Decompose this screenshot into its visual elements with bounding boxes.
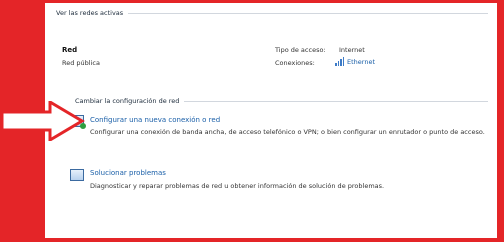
active-networks-title: Ver las redes activas — [56, 9, 124, 17]
section-divider — [184, 101, 488, 102]
pointer-arrow-icon — [0, 101, 85, 141]
setup-new-connection-description: Configurar una conexión de banda ancha, … — [90, 128, 485, 136]
change-settings-title: Cambiar la configuración de red — [75, 97, 180, 105]
access-type-label: Tipo de acceso: — [275, 46, 326, 54]
change-settings-header: Cambiar la configuración de red — [75, 97, 488, 105]
connection-link-label: Ethernet — [347, 57, 375, 66]
troubleshoot-description: Diagnosticar y reparar problemas de red … — [90, 182, 385, 190]
signal-bars-icon — [335, 57, 344, 66]
section-divider — [128, 13, 488, 14]
access-type-value: Internet — [339, 46, 365, 54]
connection-link[interactable]: Ethernet — [335, 57, 375, 66]
connections-label: Conexiones: — [275, 59, 315, 67]
active-networks-header: Ver las redes activas — [56, 9, 488, 17]
troubleshoot-link[interactable]: Solucionar problemas — [90, 169, 166, 177]
troubleshoot-icon — [70, 169, 84, 181]
network-category: Red pública — [62, 59, 100, 67]
setup-new-connection-link[interactable]: Configurar una nueva conexión o red — [90, 116, 220, 124]
network-center-panel: Ver las redes activas Red Red pública Ti… — [45, 3, 497, 238]
network-name: Red — [62, 46, 78, 54]
